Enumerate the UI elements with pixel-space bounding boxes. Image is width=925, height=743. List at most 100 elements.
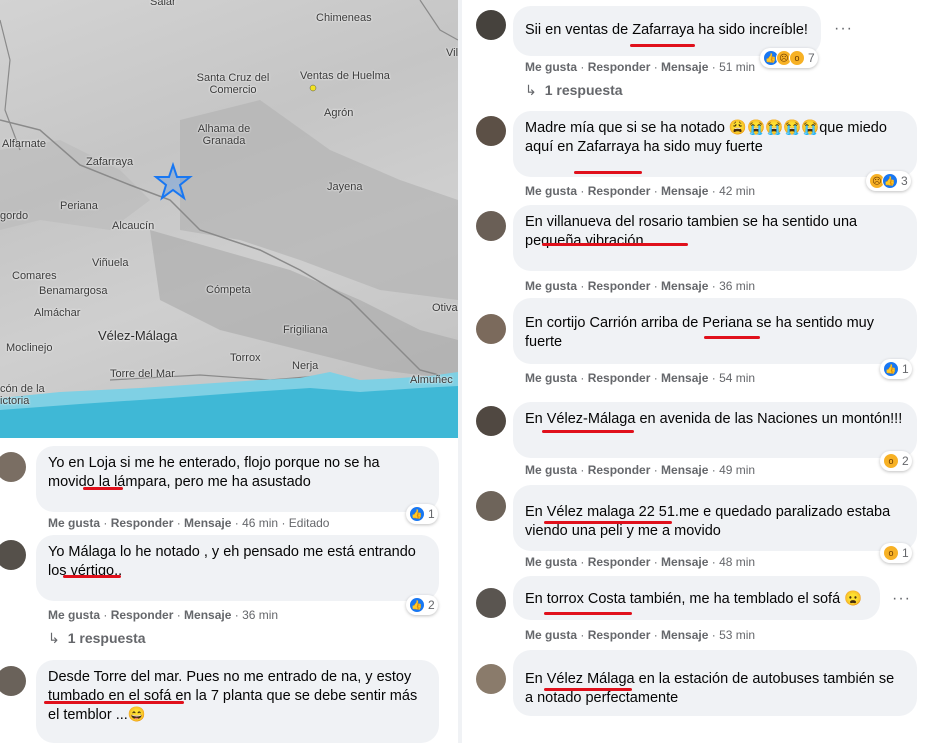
comment-actions: Me gusta · Responder · Mensaje · 51 min — [525, 60, 756, 74]
message-link[interactable]: Mensaje — [661, 279, 708, 293]
reaction-badge[interactable]: ☹ 👍 3 — [866, 171, 911, 191]
reaction-count: 1 — [902, 362, 909, 376]
comment-actions: Me gusta · Responder · Mensaje · 48 min — [525, 555, 756, 569]
like-link[interactable]: Me gusta — [525, 60, 577, 74]
map-label-salar: Salar — [150, 0, 176, 8]
comment-time[interactable]: 54 min — [719, 371, 755, 385]
wow-reaction-icon: o — [789, 50, 805, 66]
map-label-velez-malaga: Vélez-Málaga — [98, 328, 178, 343]
reply-link[interactable]: Responder — [588, 555, 651, 569]
reply-link[interactable]: Responder — [588, 184, 651, 198]
like-link[interactable]: Me gusta — [525, 555, 577, 569]
like-reaction-icon: 👍 — [882, 173, 898, 189]
like-reaction-icon: 👍 — [409, 597, 425, 613]
like-link[interactable]: Me gusta — [525, 184, 577, 198]
comment-time[interactable]: 53 min — [719, 628, 755, 642]
avatar[interactable] — [0, 666, 26, 696]
avatar[interactable] — [476, 664, 506, 694]
map-terrain — [0, 0, 458, 438]
avatar[interactable] — [476, 491, 506, 521]
map-label-comares: Comares — [12, 270, 57, 282]
comment-actions: Me gusta · Responder · Mensaje · 36 min — [48, 608, 279, 622]
comment-bubble: En Vélez Málaga en la estación de autobu… — [513, 650, 917, 716]
message-link[interactable]: Mensaje — [661, 463, 708, 477]
reply-link[interactable]: Responder — [588, 628, 651, 642]
reaction-badge[interactable]: 👍 1 — [406, 504, 438, 524]
map-label-santa-cruz: Santa Cruz del Comercio — [196, 72, 270, 96]
reply-link[interactable]: Responder — [111, 516, 174, 530]
like-link[interactable]: Me gusta — [48, 608, 100, 622]
message-link[interactable]: Mensaje — [184, 516, 231, 530]
map-label-torre-del-mar: Torre del Mar — [110, 368, 175, 380]
reaction-badge[interactable]: 👍 ☹ o 7 — [760, 48, 818, 68]
map-label-almunecar: Almuñec — [410, 374, 453, 386]
map-label-vinuela: Viñuela — [92, 257, 129, 269]
like-link[interactable]: Me gusta — [525, 279, 577, 293]
reply-link[interactable]: Responder — [588, 60, 651, 74]
reaction-badge[interactable]: 👍 1 — [880, 359, 912, 379]
comment-time[interactable]: 46 min — [242, 516, 278, 530]
message-link[interactable]: Mensaje — [661, 555, 708, 569]
comment-actions: Me gusta · Responder · Mensaje · 36 min — [525, 279, 756, 293]
comment-time[interactable]: 48 min — [719, 555, 755, 569]
view-replies-link[interactable]: ↳ 1 respuesta — [48, 630, 146, 647]
avatar[interactable] — [0, 452, 26, 482]
like-link[interactable]: Me gusta — [48, 516, 100, 530]
reaction-badge[interactable]: o 2 — [880, 451, 912, 471]
comment-time[interactable]: 36 min — [719, 279, 755, 293]
comment-text: En Vélez-Málaga en avenida de las Nacion… — [525, 411, 903, 427]
comment-actions: Me gusta · Responder · Mensaje · 42 min — [525, 184, 756, 198]
map-label-alfarnate: Alfarnate — [2, 138, 47, 150]
red-underline — [44, 701, 184, 704]
comment-time[interactable]: 51 min — [719, 60, 755, 74]
avatar[interactable] — [476, 588, 506, 618]
comment-text: En cortijo Carrión arriba de Periana se … — [525, 315, 874, 350]
like-link[interactable]: Me gusta — [525, 371, 577, 385]
more-options-icon[interactable]: ··· — [892, 590, 911, 608]
map-label-otiva: Otiva — [432, 302, 458, 314]
reply-link[interactable]: Responder — [588, 371, 651, 385]
message-link[interactable]: Mensaje — [661, 371, 708, 385]
view-replies-link[interactable]: ↳ 1 respuesta — [525, 82, 623, 99]
message-link[interactable]: Mensaje — [661, 60, 708, 74]
map-label-frigiliana: Frigiliana — [283, 324, 328, 336]
red-underline — [544, 612, 632, 615]
avatar[interactable] — [476, 211, 506, 241]
red-underline — [630, 44, 695, 47]
reaction-count: 2 — [902, 454, 909, 468]
comment-actions: Me gusta · Responder · Mensaje · 49 min — [525, 463, 756, 477]
reply-link[interactable]: Responder — [111, 608, 174, 622]
reply-link[interactable]: Responder — [588, 279, 651, 293]
red-underline — [83, 487, 123, 490]
avatar[interactable] — [0, 540, 26, 570]
reaction-badge[interactable]: o 1 — [880, 543, 912, 563]
avatar[interactable] — [476, 116, 506, 146]
reaction-count: 2 — [428, 598, 435, 612]
like-link[interactable]: Me gusta — [525, 463, 577, 477]
map-label-agron: Agrón — [324, 107, 354, 119]
message-link[interactable]: Mensaje — [184, 608, 231, 622]
wow-reaction-icon: o — [883, 545, 899, 561]
avatar[interactable] — [476, 10, 506, 40]
comment-bubble: En villanueva del rosario tambien se ha … — [513, 205, 917, 271]
reaction-badge[interactable]: 👍 2 — [406, 595, 438, 615]
message-link[interactable]: Mensaje — [661, 184, 708, 198]
like-reaction-icon: 👍 — [883, 361, 899, 377]
edited-label: Editado — [288, 516, 330, 530]
comment-text: Sii en ventas de Zafarraya ha sido incre… — [525, 22, 808, 38]
avatar[interactable] — [476, 406, 506, 436]
more-options-icon[interactable]: ··· — [834, 20, 853, 38]
message-link[interactable]: Mensaje — [661, 628, 708, 642]
like-link[interactable]: Me gusta — [525, 628, 577, 642]
avatar[interactable] — [476, 314, 506, 344]
red-underline — [63, 575, 121, 578]
reaction-count: 1 — [902, 546, 909, 560]
map-label-periana: Periana — [60, 200, 98, 212]
comment-time[interactable]: 36 min — [242, 608, 278, 622]
map-label-alcaucin: Alcaucín — [112, 220, 155, 232]
reply-arrow-icon: ↳ — [48, 630, 60, 646]
reply-link[interactable]: Responder — [588, 463, 651, 477]
earthquake-map: Salar Chimeneas Vil Santa Cruz del Comer… — [0, 0, 458, 438]
comment-time[interactable]: 49 min — [719, 463, 755, 477]
comment-time[interactable]: 42 min — [719, 184, 755, 198]
